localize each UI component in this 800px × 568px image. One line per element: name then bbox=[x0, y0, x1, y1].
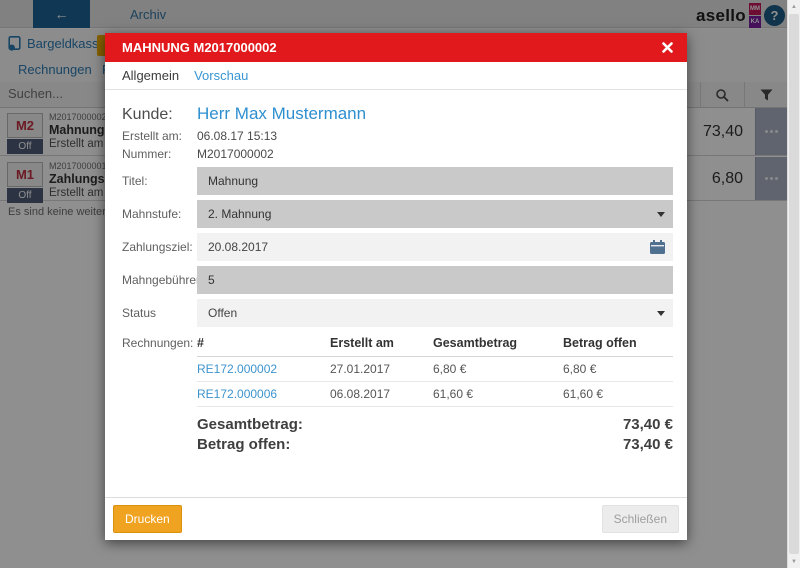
invoice-open: 61,60 € bbox=[563, 381, 673, 406]
rechnungen-row: Rechnungen: # Erstellt am Gesamtbetrag B… bbox=[122, 330, 673, 407]
scrollbar-thumb[interactable] bbox=[789, 14, 799, 554]
totals-block: Gesamtbetrag: 73,40 € Betrag offen: 73,4… bbox=[197, 415, 673, 455]
invoice-open: 6,80 € bbox=[563, 356, 673, 381]
titel-label: Titel: bbox=[122, 167, 197, 195]
mahnung-dialog: MAHNUNG M2017000002 Allgemein Vorschau K… bbox=[105, 33, 687, 540]
nummer-value: M2017000002 bbox=[197, 147, 274, 161]
screen: ← Archiv asello MM KA ? Bargeldkassa bbox=[0, 0, 800, 568]
nummer-row: Nummer: M2017000002 bbox=[122, 145, 673, 162]
betrag-offen-total-value: 73,40 € bbox=[623, 435, 673, 455]
rechnungen-label: Rechnungen: bbox=[122, 330, 197, 407]
mahnstufe-select[interactable]: 2. Mahnung bbox=[197, 200, 673, 228]
mahngebuehren-row: Mahngebühren: bbox=[122, 266, 673, 294]
erstellt-label: Erstellt am: bbox=[122, 129, 197, 143]
titel-input[interactable] bbox=[197, 167, 673, 195]
zahlungsziel-label: Zahlungsziel: bbox=[122, 233, 197, 261]
table-header-row: # Erstellt am Gesamtbetrag Betrag offen bbox=[197, 330, 673, 356]
gesamtbetrag-total-value: 73,40 € bbox=[623, 415, 673, 435]
invoice-date: 27.01.2017 bbox=[330, 356, 433, 381]
status-row: Status Offen bbox=[122, 299, 673, 327]
dialog-footer: Drucken Schließen bbox=[105, 497, 687, 540]
zahlungsziel-value: 20.08.2017 bbox=[197, 233, 673, 261]
dialog-tabs: Allgemein Vorschau bbox=[105, 62, 687, 90]
kunde-label: Kunde: bbox=[122, 106, 197, 124]
invoice-link[interactable]: RE172.000002 bbox=[197, 362, 277, 376]
kunde-row: Kunde: Herr Max Mustermann bbox=[122, 104, 673, 126]
dialog-body: Kunde: Herr Max Mustermann Erstellt am: … bbox=[105, 90, 687, 455]
invoice-date: 06.08.2017 bbox=[330, 381, 433, 406]
mahnstufe-label: Mahnstufe: bbox=[122, 200, 197, 228]
zahlungsziel-row: Zahlungsziel: 20.08.2017 bbox=[122, 233, 673, 261]
titel-row: Titel: bbox=[122, 167, 673, 195]
status-select[interactable]: Offen bbox=[197, 299, 673, 327]
tab-allgemein[interactable]: Allgemein bbox=[122, 68, 179, 83]
vertical-scrollbar[interactable]: ▲ ▼ bbox=[787, 0, 800, 568]
mahngebuehren-label: Mahngebühren: bbox=[122, 266, 197, 294]
betrag-offen-total: Betrag offen: 73,40 € bbox=[197, 435, 673, 455]
invoice-table: # Erstellt am Gesamtbetrag Betrag offen … bbox=[197, 330, 673, 407]
chevron-down-icon bbox=[657, 212, 665, 217]
scroll-up-arrow[interactable]: ▲ bbox=[788, 0, 800, 13]
chevron-down-icon bbox=[657, 311, 665, 316]
table-row: RE172.000002 27.01.2017 6,80 € 6,80 € bbox=[197, 356, 673, 381]
schliessen-button[interactable]: Schließen bbox=[602, 505, 679, 533]
gesamtbetrag-total-label: Gesamtbetrag: bbox=[197, 415, 303, 435]
mahngebuehren-input[interactable] bbox=[197, 266, 673, 294]
mahnstufe-row: Mahnstufe: 2. Mahnung bbox=[122, 200, 673, 228]
gesamtbetrag-total: Gesamtbetrag: 73,40 € bbox=[197, 415, 673, 435]
table-row: RE172.000006 06.08.2017 61,60 € 61,60 € bbox=[197, 381, 673, 406]
scroll-down-arrow[interactable]: ▼ bbox=[788, 555, 800, 568]
betrag-offen-total-label: Betrag offen: bbox=[197, 435, 290, 455]
invoice-link[interactable]: RE172.000006 bbox=[197, 387, 277, 401]
erstellt-row: Erstellt am: 06.08.17 15:13 bbox=[122, 127, 673, 144]
mahnstufe-value: 2. Mahnung bbox=[197, 200, 673, 228]
col-header-erstellt: Erstellt am bbox=[330, 330, 433, 356]
nummer-label: Nummer: bbox=[122, 147, 197, 161]
status-value: Offen bbox=[197, 299, 673, 327]
tab-vorschau[interactable]: Vorschau bbox=[194, 68, 248, 83]
erstellt-value: 06.08.17 15:13 bbox=[197, 129, 277, 143]
close-button[interactable] bbox=[662, 42, 673, 53]
dialog-title: MAHNUNG M2017000002 bbox=[122, 40, 277, 55]
col-header-nr: # bbox=[197, 330, 330, 356]
invoice-total: 61,60 € bbox=[433, 381, 563, 406]
status-label: Status bbox=[122, 299, 197, 327]
calendar-icon[interactable] bbox=[650, 240, 665, 254]
customer-link[interactable]: Herr Max Mustermann bbox=[197, 104, 366, 124]
col-header-betrag-offen: Betrag offen bbox=[563, 330, 673, 356]
col-header-gesamtbetrag: Gesamtbetrag bbox=[433, 330, 563, 356]
print-button[interactable]: Drucken bbox=[113, 505, 182, 533]
close-icon bbox=[662, 42, 673, 53]
zahlungsziel-datepicker[interactable]: 20.08.2017 bbox=[197, 233, 673, 261]
dialog-header: MAHNUNG M2017000002 bbox=[105, 33, 687, 62]
invoice-total: 6,80 € bbox=[433, 356, 563, 381]
